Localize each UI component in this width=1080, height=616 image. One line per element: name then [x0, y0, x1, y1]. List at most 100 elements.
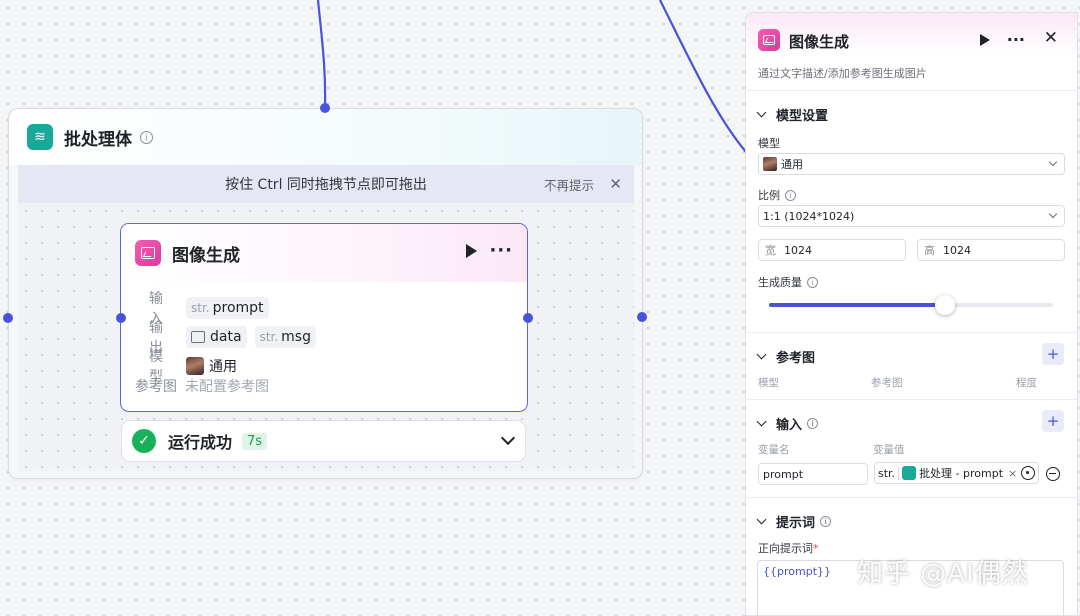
ratio-select[interactable]: 1:1 (1024*1024) [758, 205, 1065, 227]
add-reference-button[interactable]: + [1042, 343, 1064, 365]
model-name: 通用 [209, 359, 237, 375]
quality-slider-handle[interactable] [935, 295, 956, 315]
output-data-name: data [210, 329, 242, 345]
height-value: 1024 [943, 243, 971, 257]
model-avatar [763, 157, 777, 171]
node-config-panel: 图像生成 ··· ✕ 通过文字描述/添加参考图生成图片 模型设置 模型 通用 比… [745, 12, 1078, 616]
ref-col-image: 参考图 [871, 377, 903, 389]
quality-slider[interactable] [769, 295, 1053, 315]
var-value-header: 变量值 [873, 444, 905, 456]
positive-prompt-label-text: 正向提示词 [758, 542, 813, 555]
run-status-text: 运行成功 [168, 433, 233, 452]
info-icon[interactable]: i [807, 276, 818, 288]
more-icon[interactable]: ··· [1007, 30, 1025, 49]
batch-node-header[interactable]: ≋ 批处理体 i [9, 109, 642, 165]
ref-col-model: 模型 [758, 377, 779, 389]
dont-show-again-button[interactable]: 不再提示 [544, 175, 594, 194]
layers-icon [902, 466, 917, 480]
quality-label-row: 生成质量 i [758, 274, 818, 290]
reference-section: 参考图 + 模型 参考图 程度 [746, 333, 1077, 400]
batch-in-port[interactable] [3, 313, 13, 323]
var-name-value: prompt [763, 467, 804, 481]
info-icon[interactable]: i [807, 418, 819, 429]
check-circle-icon: ✓ [132, 429, 156, 453]
info-icon[interactable]: i [785, 189, 796, 201]
more-icon[interactable]: ··· [489, 240, 513, 261]
width-prefix: 宽 [765, 244, 776, 257]
input-toggle[interactable]: 输入 i [756, 414, 819, 433]
image-node-out-port[interactable] [523, 313, 533, 323]
model-avatar [186, 357, 204, 375]
reference-title: 参考图 [776, 351, 816, 366]
image-icon [135, 240, 161, 266]
batch-top-port[interactable] [320, 103, 330, 113]
model-settings-title: 模型设置 [776, 109, 829, 124]
chevron-down-icon [1048, 157, 1058, 167]
remove-input-button[interactable] [1046, 467, 1060, 481]
reference-label: 参考图 [135, 379, 177, 395]
output-msg-chip: str. msg [254, 326, 316, 348]
batch-out-port[interactable] [637, 312, 647, 322]
output-msg-type: str. [259, 330, 279, 344]
info-icon[interactable]: i [140, 130, 153, 144]
width-input[interactable]: 宽 1024 [758, 239, 906, 261]
reference-toggle[interactable]: 参考图 [756, 347, 816, 366]
output-data-chip: data [186, 326, 247, 348]
drag-hint-bar: 按住 Ctrl 同时拖拽节点即可拖出 不再提示 ✕ [18, 165, 634, 203]
quality-field-label: 生成质量 [758, 276, 802, 289]
close-icon[interactable]: ✕ [609, 175, 622, 193]
run-duration-badge: 7s [242, 432, 268, 450]
panel-description: 通过文字描述/添加参考图生成图片 [758, 67, 927, 80]
var-reference: 批处理 - prompt [919, 467, 1004, 480]
image-small-icon [191, 331, 205, 343]
ratio-select-value: 1:1 (1024*1024) [763, 209, 855, 223]
model-settings-section: 模型设置 模型 通用 比例 i 1:1 (1024*1024) 宽 1024 高… [746, 91, 1077, 333]
info-icon[interactable]: i [820, 516, 832, 527]
input-type: str. [191, 301, 210, 315]
height-input[interactable]: 高 1024 [917, 239, 1065, 261]
chevron-down-icon [756, 416, 767, 427]
chevron-down-icon [756, 107, 767, 118]
model-settings-toggle[interactable]: 模型设置 [756, 105, 829, 124]
chevron-down-icon[interactable] [500, 430, 516, 446]
drag-hint-text: 按住 Ctrl 同时拖拽节点即可拖出 [225, 177, 427, 193]
var-type: str. [878, 466, 900, 480]
run-status-bar[interactable]: ✓ 运行成功 7s [121, 420, 526, 462]
layers-icon: ≋ [27, 124, 53, 150]
batch-node-title: 批处理体 [64, 129, 132, 150]
required-mark: * [813, 542, 819, 555]
chevron-down-icon [756, 514, 767, 525]
clear-reference-button[interactable]: × [1008, 467, 1017, 480]
prompt-toggle[interactable]: 提示词 i [756, 512, 832, 531]
close-icon[interactable]: ✕ [1044, 28, 1058, 48]
var-value-input[interactable]: str. 批处理 - prompt × [874, 462, 1039, 484]
image-node-in-port[interactable] [116, 313, 126, 323]
chevron-down-icon [756, 349, 767, 360]
input-title: 输入 [776, 418, 803, 433]
panel-title: 图像生成 [789, 33, 850, 51]
height-prefix: 高 [924, 244, 935, 257]
run-icon[interactable] [980, 34, 990, 46]
reference-row: 参考图 未配置参考图 [135, 376, 269, 396]
model-field-label: 模型 [758, 137, 780, 150]
target-icon[interactable] [1021, 466, 1035, 480]
image-node-header[interactable]: 图像生成 ··· [121, 224, 527, 282]
positive-prompt-label: 正向提示词* [758, 540, 819, 556]
ref-col-strength: 程度 [1016, 377, 1037, 389]
ratio-label-row: 比例 i [758, 187, 796, 203]
reference-value: 未配置参考图 [185, 379, 269, 395]
input-name: prompt [212, 300, 264, 316]
quality-slider-fill [769, 303, 946, 307]
var-name-header: 变量名 [758, 444, 790, 456]
image-node-title: 图像生成 [172, 245, 240, 266]
var-name-input[interactable]: prompt [758, 463, 868, 485]
image-generation-node[interactable]: 图像生成 ··· 输入 str. prompt 输出 data str. msg… [120, 223, 528, 412]
watermark: 知乎 @AI偶然 [857, 559, 1029, 589]
add-input-button[interactable]: + [1042, 410, 1064, 432]
chevron-down-icon [1048, 209, 1058, 219]
run-icon[interactable] [466, 244, 477, 258]
output-msg-name: msg [281, 329, 311, 345]
positive-prompt-value: {{prompt}} [763, 565, 831, 578]
input-section: 输入 i + 变量名 变量值 prompt str. 批处理 - prompt … [746, 400, 1077, 498]
model-select[interactable]: 通用 [758, 153, 1065, 175]
